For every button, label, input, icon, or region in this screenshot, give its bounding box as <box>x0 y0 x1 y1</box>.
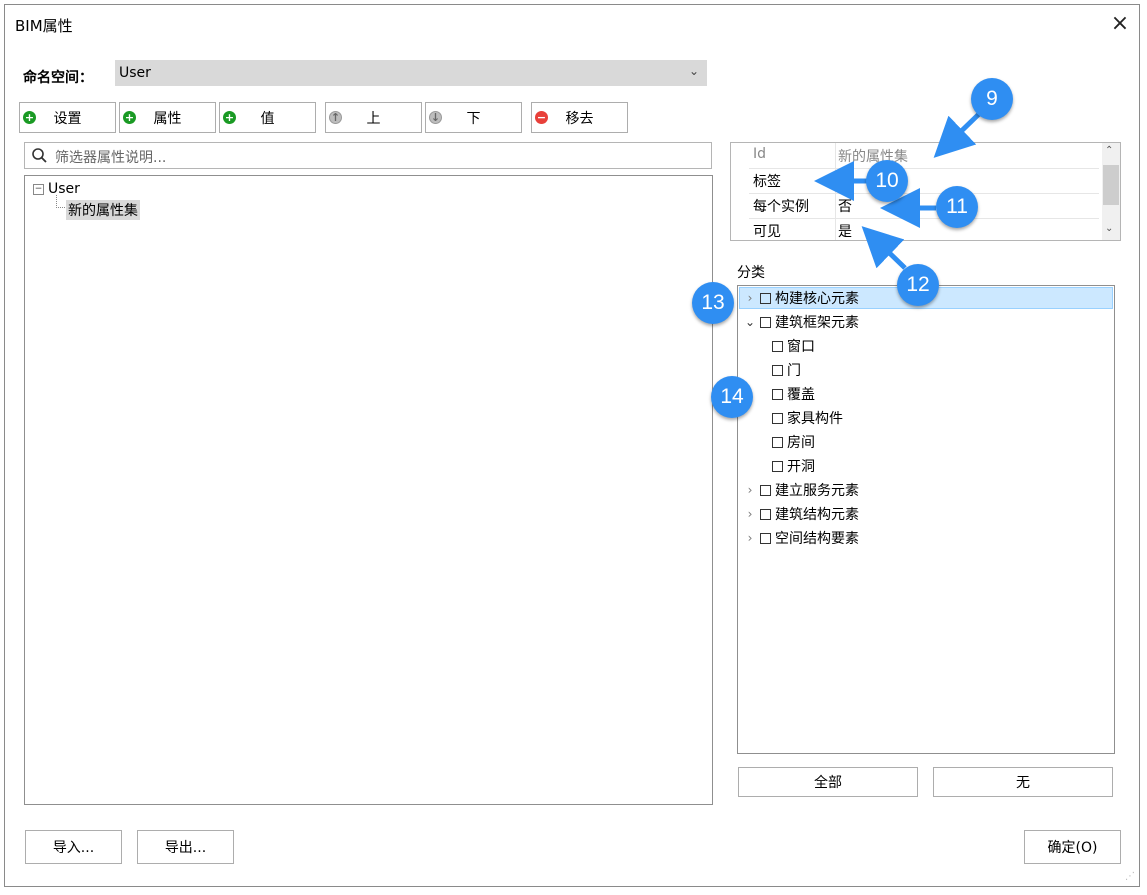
callout-badge-13: 13 <box>692 282 734 324</box>
callout-arrows <box>814 111 982 270</box>
callout-12-arrow <box>861 226 907 270</box>
callout-badge-14: 14 <box>711 376 753 418</box>
callout-badge-12: 12 <box>897 264 939 306</box>
callout-badge-10: 10 <box>866 160 908 202</box>
callout-9-arrow <box>933 111 982 158</box>
callout-badge-9: 9 <box>971 78 1013 120</box>
callout-badge-11: 11 <box>936 186 978 228</box>
